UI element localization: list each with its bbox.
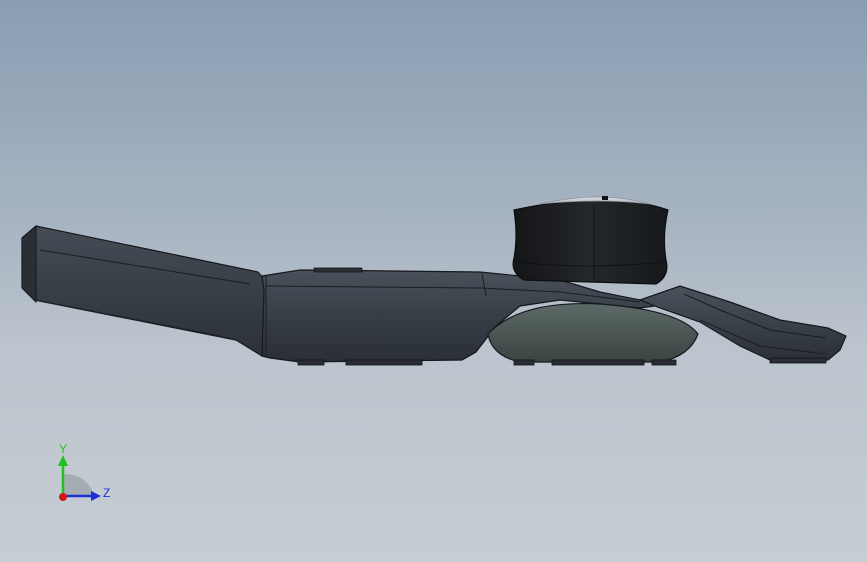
handle-end-cap (21, 224, 37, 304)
foot-5 (651, 359, 677, 366)
reference-triad: Y Z (48, 440, 118, 510)
graphics-viewport[interactable]: Y Z (0, 0, 867, 562)
knob-marker (602, 196, 608, 200)
tail-foot (769, 357, 827, 364)
triad-z-label: Z (103, 486, 111, 500)
handle-arm (21, 225, 269, 358)
model-view[interactable] (0, 0, 867, 562)
triad-x-origin (59, 493, 67, 501)
foot-4 (551, 359, 645, 366)
triad-y-label: Y (59, 442, 68, 456)
foot-2 (345, 359, 423, 366)
foot-3 (513, 359, 535, 366)
triad-z-arrowhead (91, 491, 101, 501)
knob (512, 199, 669, 285)
triad-plane-shade (63, 474, 94, 496)
foot-1 (297, 359, 325, 366)
base-dome (487, 302, 699, 363)
top-button (313, 267, 363, 273)
triad-y-arrowhead (58, 455, 68, 466)
